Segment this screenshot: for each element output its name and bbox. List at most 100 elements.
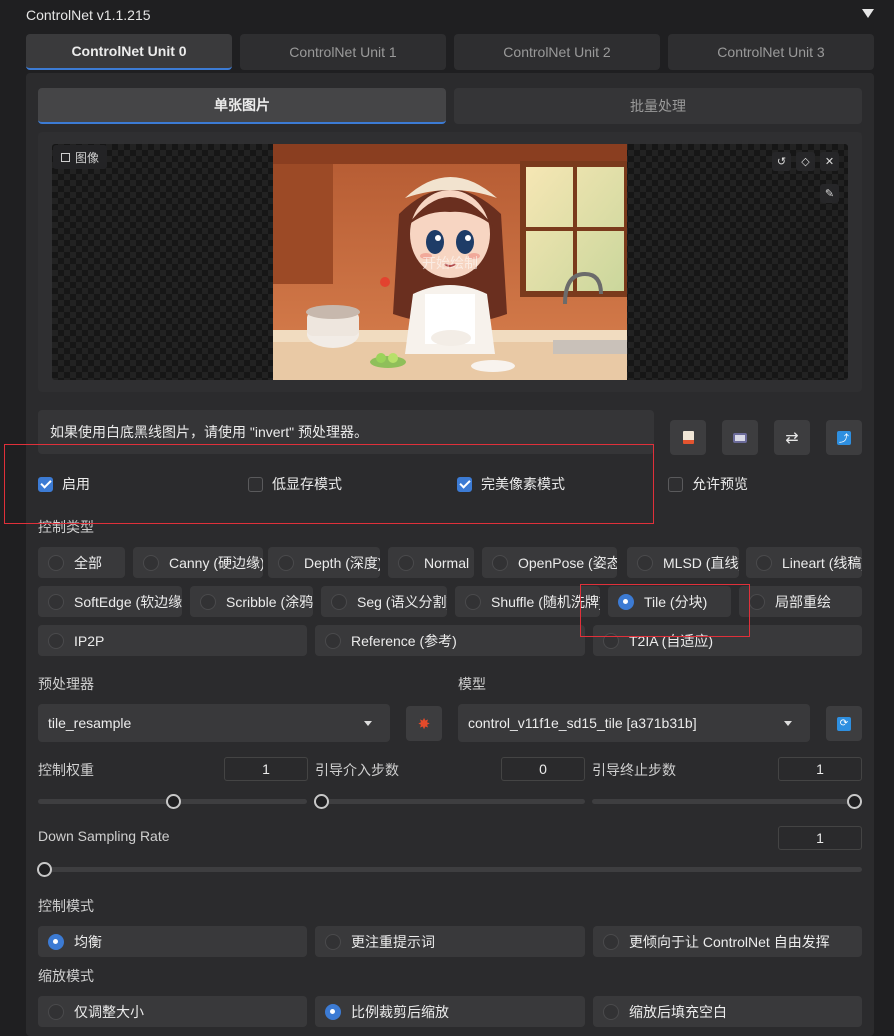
tab-unit-0[interactable]: ControlNet Unit 0 <box>26 34 232 70</box>
control-type-ip2p[interactable]: IP2P <box>38 625 307 656</box>
refresh-models-button[interactable]: ⟳ <box>826 706 862 741</box>
radio-label: 均衡 <box>74 933 102 950</box>
control-type-depth[interactable]: Depth (深度) <box>268 547 380 578</box>
radio-dot <box>756 554 772 571</box>
down-sampling-track[interactable] <box>38 867 862 872</box>
end-step-slider-handle[interactable] <box>847 794 862 809</box>
radio-label: 局部重绘 <box>775 593 831 610</box>
control-type-inpaint[interactable]: 局部重绘 <box>739 586 862 617</box>
chevron-down-icon <box>784 721 792 726</box>
radio-dot <box>637 554 653 571</box>
resize-mode-label: 缩放模式 <box>38 968 94 984</box>
highlight-box-tile <box>580 584 750 637</box>
radio-dot <box>48 1003 64 1020</box>
radio-label: Lineart (线稿) <box>782 554 862 571</box>
down-sampling-slider-handle[interactable] <box>37 862 52 877</box>
image-label: 图像 <box>53 145 108 169</box>
brush-icon[interactable]: ✎ <box>820 184 839 203</box>
down-sampling-label: Down Sampling Rate <box>38 828 170 844</box>
radio-dot <box>325 632 341 649</box>
radio-label: IP2P <box>74 632 105 649</box>
radio-label: Depth (深度) <box>304 554 380 571</box>
close-icon[interactable]: ✕ <box>820 152 839 171</box>
radio-dot <box>603 933 619 950</box>
panel-title: ControlNet v1.1.215 <box>26 7 151 23</box>
preprocessor-label: 预处理器 <box>38 676 94 692</box>
radio-label: Seg (语义分割) <box>357 593 447 610</box>
radio-dot-selected <box>48 933 64 950</box>
start-step-slider-handle[interactable] <box>314 794 329 809</box>
end-step-input[interactable]: 1 <box>778 757 862 781</box>
eraser-icon[interactable]: ◇ <box>796 152 815 171</box>
tab-unit-3[interactable]: ControlNet Unit 3 <box>668 34 874 70</box>
radio-label: Normal <box>424 554 470 571</box>
control-type-reference[interactable]: Reference (参考) <box>315 625 585 656</box>
radio-dot <box>603 1003 619 1020</box>
radio-label: 比例裁剪后缩放 <box>351 1003 449 1020</box>
undo-icon[interactable]: ↺ <box>772 152 791 171</box>
new-canvas-button[interactable] <box>670 420 706 455</box>
collapse-icon[interactable] <box>862 9 874 18</box>
radio-label: Canny (硬边缘) <box>169 554 263 571</box>
radio-label: 仅调整大小 <box>74 1003 144 1020</box>
control-mode-controlnet[interactable]: 更倾向于让 ControlNet 自由发挥 <box>593 926 862 957</box>
control-type-shuffle[interactable]: Shuffle (随机洗牌) <box>455 586 600 617</box>
controlnet-panel: ControlNet v1.1.215 ControlNet Unit 0 Co… <box>0 0 894 1036</box>
explosion-icon: ✸ <box>417 715 431 733</box>
radio-label: SoftEdge (软边缘) <box>74 593 182 610</box>
control-type-seg[interactable]: Seg (语义分割) <box>321 586 447 617</box>
start-step-input[interactable]: 0 <box>501 757 585 781</box>
image-icon <box>61 152 70 162</box>
allow-preview-check[interactable] <box>668 476 683 492</box>
control-weight-slider-handle[interactable] <box>165 794 181 809</box>
radio-dot <box>48 593 64 610</box>
webcam-button[interactable] <box>722 420 758 455</box>
control-weight-label: 控制权重 <box>38 762 94 778</box>
control-mode-balanced[interactable]: 均衡 <box>38 926 307 957</box>
control-mode-prompt[interactable]: 更注重提示词 <box>315 926 585 957</box>
camera-icon <box>733 432 747 443</box>
radio-label: 缩放后填充空白 <box>629 1003 727 1020</box>
send-dimensions-button[interactable]: ⤴ <box>826 420 862 455</box>
canvas-watermark-text: 开始绘制 <box>422 255 478 271</box>
radio-label: 全部 <box>74 554 102 571</box>
radio-label: MLSD (直线) <box>663 554 739 571</box>
resize-mode-fill[interactable]: 缩放后填充空白 <box>593 996 862 1027</box>
refresh-icon: ⟳ <box>837 716 851 731</box>
control-weight-input[interactable]: 1 <box>224 757 308 781</box>
start-step-track[interactable] <box>315 799 585 804</box>
resize-mode-just-resize[interactable]: 仅调整大小 <box>38 996 307 1027</box>
down-sampling-input[interactable]: 1 <box>778 826 862 850</box>
control-type-softedge[interactable]: SoftEdge (软边缘) <box>38 586 182 617</box>
control-type-all[interactable]: 全部 <box>38 547 125 578</box>
control-type-canny[interactable]: Canny (硬边缘) <box>133 547 263 578</box>
tab-unit-2[interactable]: ControlNet Unit 2 <box>454 34 660 70</box>
document-icon <box>682 431 694 444</box>
radio-dot <box>143 554 159 571</box>
end-step-label: 引导终止步数 <box>592 762 676 778</box>
radio-dot <box>278 554 294 571</box>
send-icon: ⤴ <box>837 430 851 445</box>
image-label-text: 图像 <box>75 150 100 165</box>
run-preprocessor-button[interactable]: ✸ <box>406 706 442 741</box>
model-label: 模型 <box>458 676 486 692</box>
control-type-normal[interactable]: Normal <box>388 547 474 578</box>
control-type-mlsd[interactable]: MLSD (直线) <box>627 547 739 578</box>
preprocessor-select[interactable]: tile_resample <box>38 704 390 742</box>
radio-dot <box>48 632 64 649</box>
allow-preview-label: 允许预览 <box>692 476 748 492</box>
start-step-label: 引导介入步数 <box>315 762 399 778</box>
tab-single-image[interactable]: 单张图片 <box>38 88 446 124</box>
control-type-openpose[interactable]: OpenPose (姿态) <box>482 547 617 578</box>
resize-mode-crop[interactable]: 比例裁剪后缩放 <box>315 996 585 1027</box>
allow-preview-checkbox[interactable]: 允许预览 <box>668 474 748 494</box>
tab-unit-1[interactable]: ControlNet Unit 1 <box>240 34 446 70</box>
preprocessor-value: tile_resample <box>48 715 132 731</box>
model-select[interactable]: control_v11f1e_sd15_tile [a371b31b] <box>458 704 810 742</box>
end-step-track[interactable] <box>592 799 862 804</box>
control-type-lineart[interactable]: Lineart (线稿) <box>746 547 862 578</box>
tab-batch[interactable]: 批量处理 <box>454 88 862 124</box>
radio-label: Reference (参考) <box>351 632 457 649</box>
control-type-scribble[interactable]: Scribble (涂鸦) <box>190 586 313 617</box>
swap-button[interactable]: ⇄ <box>774 420 810 455</box>
